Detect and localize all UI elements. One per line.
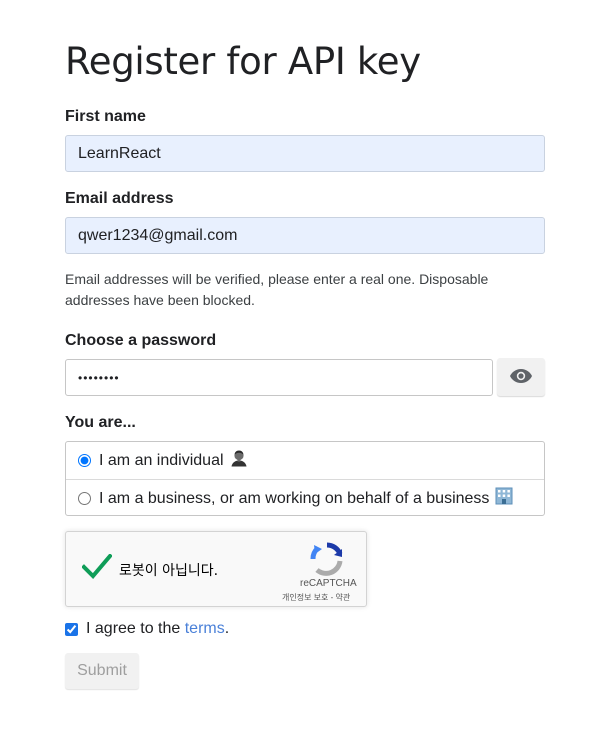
user-type-label: You are... <box>65 414 136 431</box>
page-title: Register for API key <box>65 40 421 83</box>
business-label: I am a business, or am working on behalf… <box>99 489 490 507</box>
individual-label: I am an individual <box>99 451 224 469</box>
first-name-label: First name <box>65 108 146 125</box>
person-emoji-icon <box>230 449 248 472</box>
eye-icon <box>509 368 533 387</box>
agree-terms[interactable]: I agree to the terms . <box>65 620 229 638</box>
email-label: Email address <box>65 190 174 207</box>
agree-prefix: I agree to the <box>86 620 185 637</box>
captcha-privacy-link[interactable]: 개인정보 보호 <box>282 593 328 602</box>
recaptcha-widget: 로봇이 아닙니다. reCAPTCHA 개인정보 보호 - 약관 <box>65 531 367 607</box>
captcha-links: 개인정보 보호 - 약관 <box>282 592 350 603</box>
submit-button[interactable]: Submit <box>65 653 139 689</box>
password-input[interactable] <box>65 359 493 396</box>
recaptcha-logo-icon <box>309 542 345 581</box>
password-label: Choose a password <box>65 332 217 349</box>
terms-link[interactable]: terms <box>185 620 225 638</box>
email-input[interactable] <box>65 217 545 254</box>
captcha-label: 로봇이 아닙니다. <box>119 563 219 579</box>
agree-checkbox[interactable] <box>65 622 78 636</box>
captcha-link-separator: - <box>328 593 336 602</box>
show-password-button[interactable] <box>497 358 545 396</box>
captcha-terms-link[interactable]: 약관 <box>336 593 351 602</box>
agree-suffix: . <box>224 620 230 637</box>
user-type-radio-group: I am an individual I am a business, or a… <box>65 441 545 516</box>
office-building-emoji-icon <box>495 487 513 510</box>
individual-radio[interactable] <box>78 454 91 467</box>
option-business[interactable]: I am a business, or am working on behalf… <box>66 480 544 517</box>
recaptcha-brand: reCAPTCHA <box>300 578 357 589</box>
first-name-input[interactable] <box>65 135 545 172</box>
email-hint: Email addresses will be verified, please… <box>65 271 489 308</box>
business-radio[interactable] <box>78 492 91 505</box>
captcha-checkmark-icon[interactable] <box>81 553 113 585</box>
option-individual[interactable]: I am an individual <box>66 442 544 479</box>
